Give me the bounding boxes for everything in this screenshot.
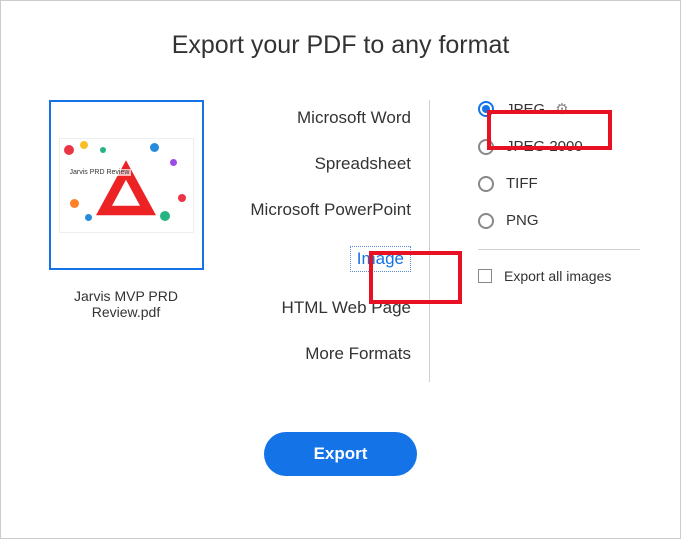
format-image[interactable]: Image: [241, 238, 411, 290]
gear-icon[interactable]: ⚙: [555, 100, 568, 118]
format-image-label: Image: [350, 246, 411, 272]
checkbox-icon: [478, 269, 492, 283]
radio-tiff[interactable]: TIFF: [478, 175, 640, 192]
page-title: Export your PDF to any format: [21, 31, 660, 60]
export-button[interactable]: Export: [264, 432, 418, 476]
format-html[interactable]: HTML Web Page: [241, 290, 411, 336]
radio-label-png: PNG: [506, 212, 539, 229]
format-spreadsheet[interactable]: Spreadsheet: [241, 146, 411, 192]
radio-label-tiff: TIFF: [506, 175, 538, 192]
radio-png[interactable]: PNG: [478, 212, 640, 229]
radio-icon: [478, 176, 494, 192]
format-word[interactable]: Microsoft Word: [241, 100, 411, 146]
checkbox-export-all[interactable]: Export all images: [478, 268, 640, 284]
radio-icon: [478, 101, 494, 117]
divider: [478, 249, 640, 250]
radio-jpeg[interactable]: JPEG ⚙: [478, 100, 640, 118]
format-powerpoint[interactable]: Microsoft PowerPoint: [241, 192, 411, 238]
checkbox-label: Export all images: [504, 268, 611, 284]
radio-jpeg2000[interactable]: JPEG 2000: [478, 138, 640, 155]
radio-icon: [478, 213, 494, 229]
format-more[interactable]: More Formats: [241, 336, 411, 382]
file-thumbnail[interactable]: Jarvis PRD Review: [49, 100, 204, 270]
radio-label-jpeg: JPEG: [506, 101, 545, 118]
thumbnail-image: Jarvis PRD Review: [59, 138, 194, 233]
radio-label-jpeg2000: JPEG 2000: [506, 138, 583, 155]
thumbnail-caption: Jarvis PRD Review: [68, 169, 132, 176]
file-name: Jarvis MVP PRD Review.pdf: [41, 288, 211, 320]
radio-icon: [478, 139, 494, 155]
